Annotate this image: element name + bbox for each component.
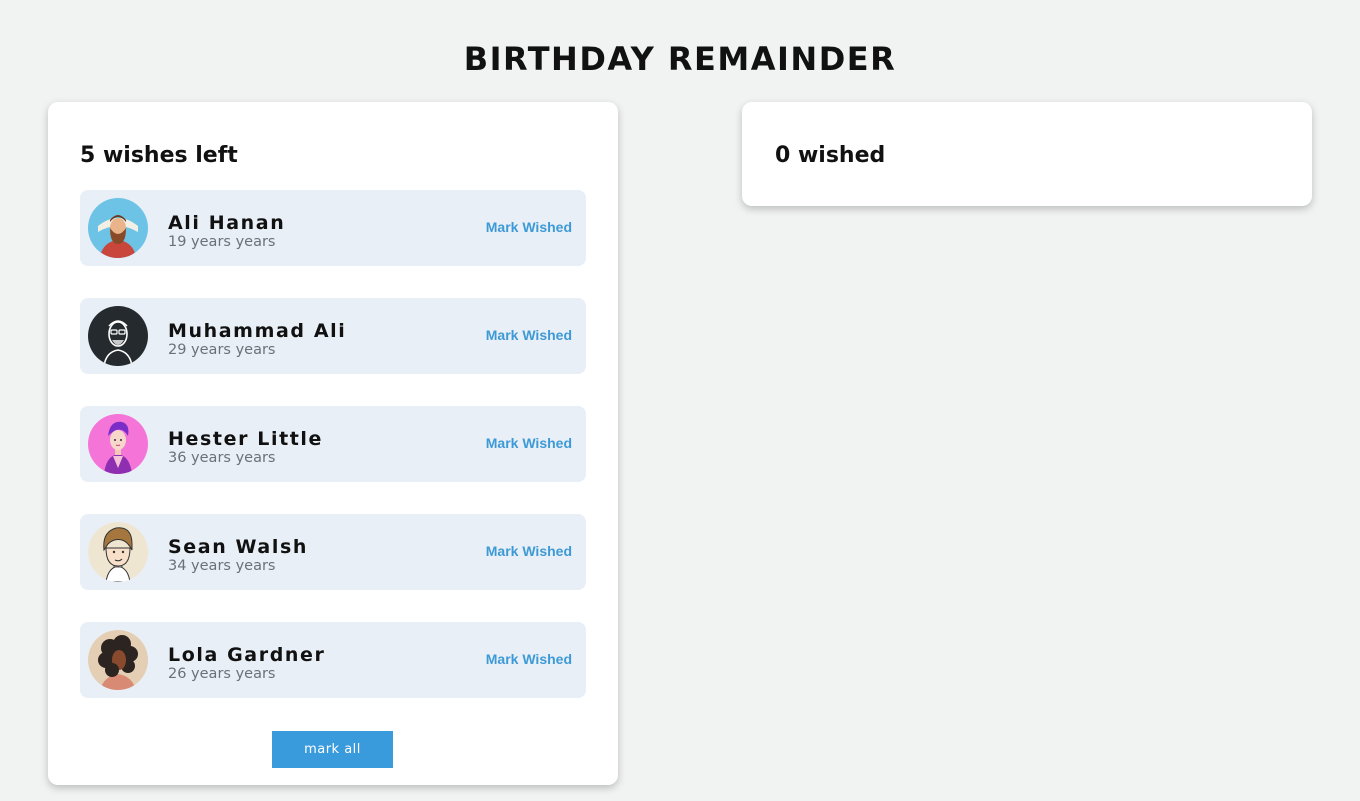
list-item: Muhammad Ali 29 years years Mark Wished <box>80 298 586 374</box>
list-item: Ali Hanan 19 years years Mark Wished <box>80 190 586 266</box>
person-name: Muhammad Ali <box>168 320 347 342</box>
mark-wished-button[interactable]: Mark Wished <box>486 327 572 343</box>
page: BIRTHDAY REMAINDER 5 wishes left Ali Han… <box>0 0 1360 801</box>
person-age: 29 years years <box>168 342 276 358</box>
purple-hair-avatar-icon <box>88 414 148 474</box>
wished-card: 0 wished <box>742 102 1312 206</box>
person-age: 26 years years <box>168 666 276 682</box>
page-title: BIRTHDAY REMAINDER <box>463 40 897 78</box>
person-age: 34 years years <box>168 558 276 574</box>
mark-wished-button[interactable]: Mark Wished <box>486 651 572 667</box>
mark-wished-button[interactable]: Mark Wished <box>486 435 572 451</box>
cartoon-man-avatar-icon <box>88 522 148 582</box>
mark-wished-button[interactable]: Mark Wished <box>486 543 572 559</box>
wishes-left-card: 5 wishes left Ali Hanan 19 years years M… <box>48 102 618 785</box>
person-age: 36 years years <box>168 450 276 466</box>
glasses-man-avatar-icon <box>88 306 148 366</box>
wished-heading: 0 wished <box>775 143 886 168</box>
people-list: Ali Hanan 19 years years Mark Wished Muh… <box>80 190 586 698</box>
wishes-left-heading: 5 wishes left <box>80 143 238 168</box>
list-item: Lola Gardner 26 years years Mark Wished <box>80 622 586 698</box>
person-name: Lola Gardner <box>168 644 326 666</box>
curly-hair-woman-avatar-icon <box>88 630 148 690</box>
bearded-man-avatar-icon <box>88 198 148 258</box>
person-name: Hester Little <box>168 428 324 450</box>
person-name: Sean Walsh <box>168 536 308 558</box>
person-name: Ali Hanan <box>168 212 286 234</box>
list-item: Sean Walsh 34 years years Mark Wished <box>80 514 586 590</box>
person-age: 19 years years <box>168 234 276 250</box>
mark-all-button[interactable]: mark all <box>272 731 393 768</box>
mark-wished-button[interactable]: Mark Wished <box>486 219 572 235</box>
list-item: Hester Little 36 years years Mark Wished <box>80 406 586 482</box>
